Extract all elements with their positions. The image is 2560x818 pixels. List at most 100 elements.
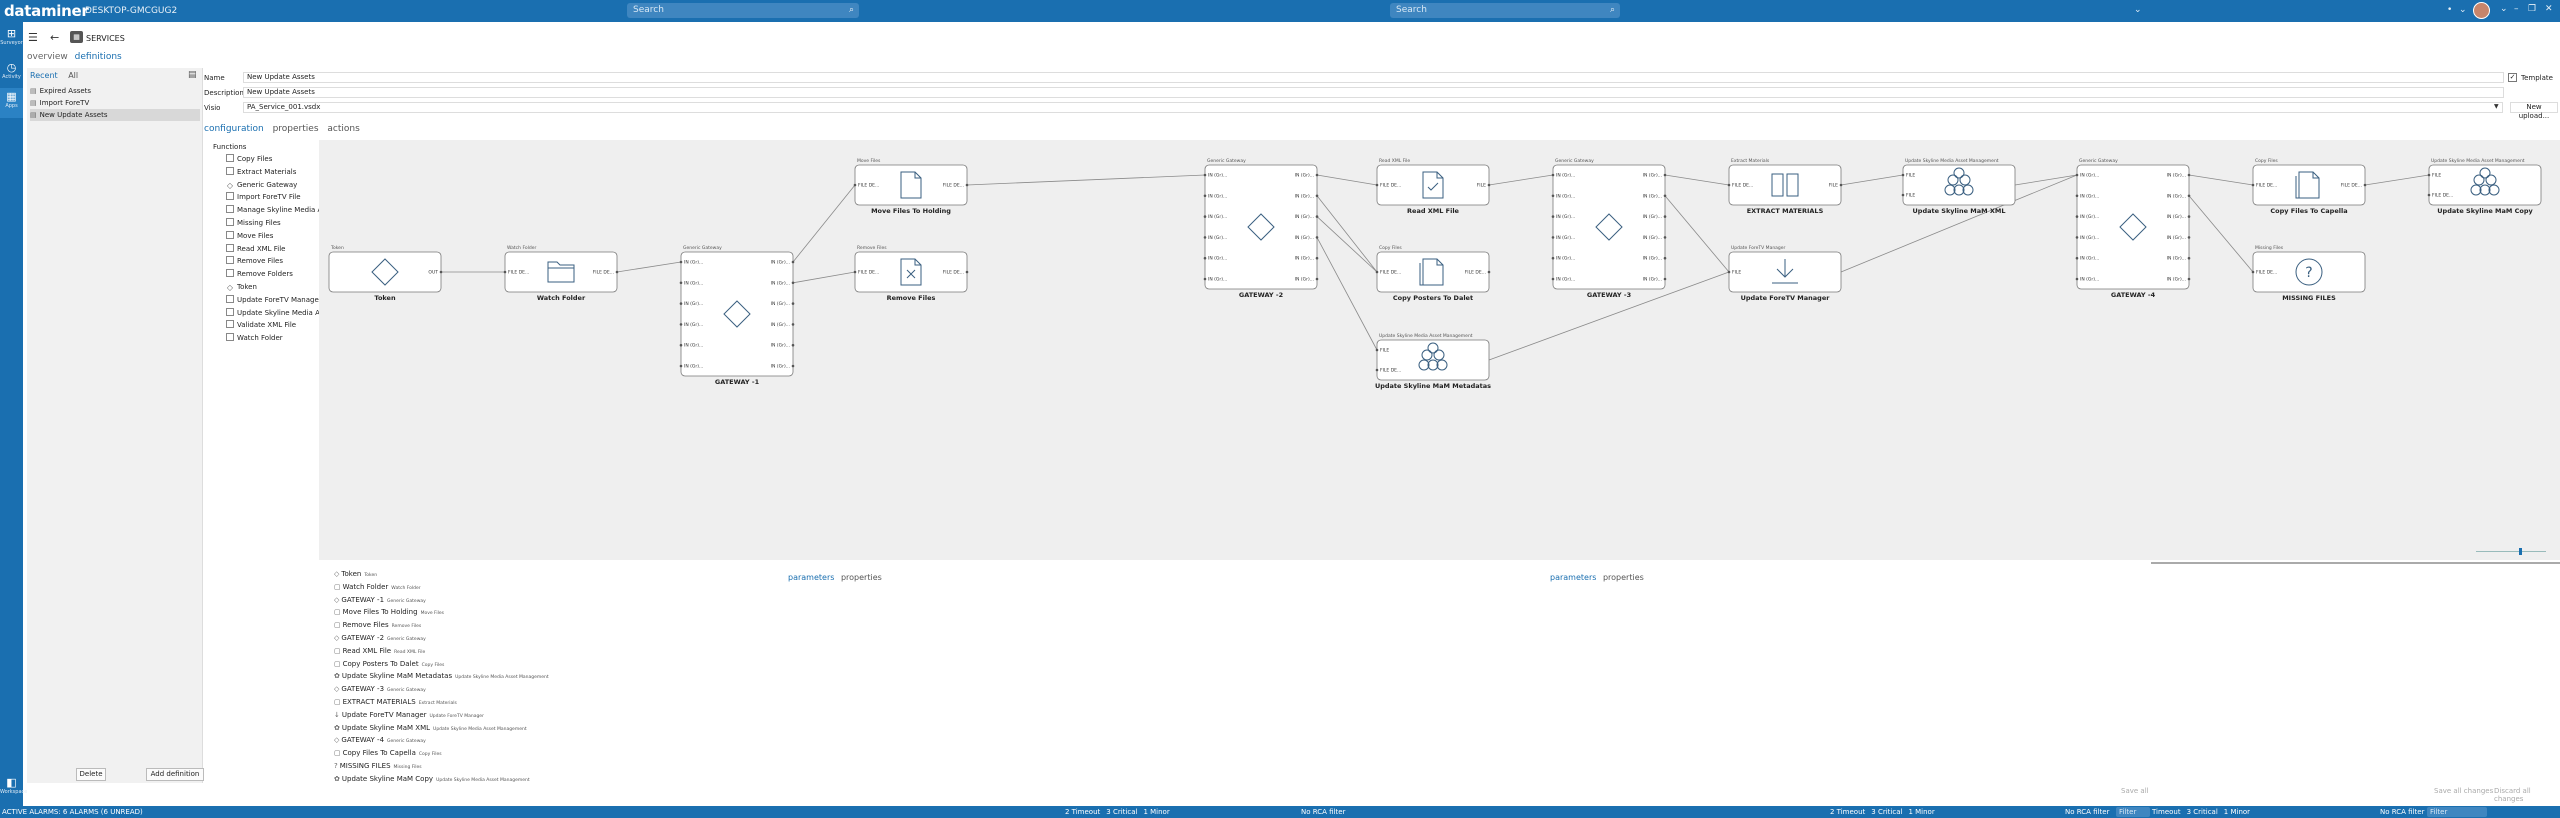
connection-line[interactable] (1316, 195, 1378, 273)
input-port[interactable] (2075, 236, 2079, 239)
input-port[interactable] (1551, 256, 1555, 260)
output-port[interactable] (2187, 194, 2191, 198)
save-all-changes-button[interactable]: Save all changes (2434, 787, 2493, 795)
output-port[interactable] (1839, 183, 1843, 187)
function-item[interactable]: Read XML File (226, 243, 286, 255)
output-port[interactable] (1315, 236, 1319, 239)
input-port[interactable] (2251, 270, 2255, 274)
list-item[interactable]: ◇ GATEWAY -4 Generic Gateway (334, 734, 426, 746)
no-rca-filter[interactable]: No RCA filter (1301, 806, 1345, 818)
list-item[interactable]: ▢ Copy Files To Capella Copy Files (334, 747, 442, 759)
add-definition-button[interactable]: Add definition (146, 768, 204, 781)
node-box[interactable] (328, 251, 442, 293)
output-port[interactable] (1315, 194, 1319, 198)
output-port[interactable] (791, 343, 795, 347)
input-port[interactable] (1551, 277, 1555, 281)
alarm-counts-secondary[interactable]: 2 Timeout 3 Critical 1 Minor (1830, 806, 1941, 818)
input-port[interactable] (1375, 270, 1379, 274)
input-port[interactable] (1901, 173, 1905, 177)
function-item[interactable]: Validate XML File (226, 319, 296, 331)
input-port[interactable] (679, 343, 683, 347)
node-box[interactable] (2076, 164, 2190, 290)
tab-configuration[interactable]: configuration (204, 124, 264, 134)
input-port[interactable] (679, 323, 683, 326)
output-port[interactable] (1663, 236, 1667, 239)
connection-line[interactable] (2188, 195, 2254, 273)
minimize-icon[interactable]: – (2514, 4, 2519, 14)
list-item[interactable]: ▢ Watch Folder Watch Folder (334, 581, 421, 593)
new-upload-button[interactable]: New upload... (2510, 102, 2558, 120)
connection-line[interactable] (792, 271, 856, 284)
output-port[interactable] (615, 270, 619, 274)
node-box[interactable] (1204, 164, 1318, 290)
input-port[interactable] (1901, 193, 1905, 197)
discard-all-changes-button[interactable]: Discard all changes (2494, 787, 2560, 803)
input-port[interactable] (1203, 236, 1207, 239)
connection-line[interactable] (616, 261, 682, 273)
connection-line[interactable] (966, 174, 1206, 186)
output-port[interactable] (2187, 236, 2191, 239)
input-port[interactable] (1551, 194, 1555, 198)
tab-recent[interactable]: Recent (30, 71, 58, 80)
bell-icon[interactable]: • (2447, 5, 2452, 15)
workflow-node-copyposters[interactable]: Copy Files FILE DE... FILE DE... Copy Poste… (1375, 245, 1491, 302)
no-rca-filter[interactable]: No RCA filter (2380, 806, 2424, 818)
list-item[interactable]: ▢ Copy Posters To Dalet Copy Files (334, 658, 444, 670)
input-port[interactable] (1375, 368, 1379, 372)
tab-parameters[interactable]: parameters (788, 573, 834, 582)
input-port[interactable] (2075, 256, 2079, 260)
output-port[interactable] (791, 281, 795, 285)
output-port[interactable] (1487, 183, 1491, 187)
input-port[interactable] (679, 302, 683, 305)
output-port[interactable] (965, 183, 969, 187)
function-item[interactable]: ◇ Generic Gateway (226, 179, 297, 191)
function-item[interactable]: Import ForeTV File (226, 191, 301, 203)
delete-button[interactable]: Delete (76, 768, 106, 781)
output-port[interactable] (791, 323, 795, 326)
output-port[interactable] (791, 260, 795, 264)
rail-item-workspace[interactable]: ◧ Workspace (0, 777, 27, 796)
workflow-node-watch[interactable]: Watch Folder FILE DE... FILE DE... Watch Fo… (503, 245, 619, 302)
input-port[interactable] (1551, 236, 1555, 239)
tab-definitions[interactable]: definitions (75, 52, 122, 62)
workflow-node-updmamcopy[interactable]: Update Skyline Media Asset Management FIL… (2427, 158, 2542, 215)
workflow-node-gw4[interactable]: Generic Gateway IN (Gr)... IN (Gr)... IN (G… (2075, 158, 2191, 299)
workflow-node-move[interactable]: Move Files FILE DE... FILE DE... Move Files… (853, 158, 969, 215)
function-item[interactable]: Remove Files (226, 255, 283, 267)
chevron-down-icon[interactable]: ⌄ (2459, 5, 2467, 15)
list-item[interactable]: ▢ Move Files To Holding Move Files (334, 606, 444, 618)
output-port[interactable] (1663, 194, 1667, 198)
tab-parameters[interactable]: parameters (1550, 573, 1596, 582)
input-port[interactable] (1203, 215, 1207, 218)
function-item[interactable]: ◇ Token (226, 281, 257, 293)
output-port[interactable] (965, 270, 969, 274)
connection-line[interactable] (792, 184, 856, 263)
function-item[interactable]: Update Skyline Media Ass (226, 307, 327, 319)
list-item[interactable]: ▤ Import ForeTV (30, 97, 200, 109)
list-item[interactable]: ▢ Read XML File Read XML File (334, 645, 425, 657)
connection-line[interactable] (1316, 216, 1378, 273)
input-port[interactable] (1375, 348, 1379, 352)
list-item[interactable]: ◇ GATEWAY -1 Generic Gateway (334, 594, 426, 606)
list-item[interactable]: ✿ Update Skyline MaM XML Update Skyline Me… (334, 722, 527, 734)
function-item[interactable]: Copy Files (226, 153, 272, 165)
connection-line[interactable] (1664, 195, 1730, 273)
connection-line[interactable] (2364, 174, 2430, 186)
workflow-canvas[interactable]: Token OUT Token Watch Folder FILE DE... FILE … (319, 140, 2560, 560)
function-item[interactable]: Remove Folders (226, 268, 293, 280)
output-port[interactable] (1487, 270, 1491, 274)
function-item[interactable]: Missing Files (226, 217, 281, 229)
description-field[interactable]: New Update Assets (243, 87, 2504, 98)
output-port[interactable] (791, 364, 795, 368)
input-port[interactable] (1551, 215, 1555, 218)
zoom-slider[interactable] (2476, 551, 2546, 552)
function-item[interactable]: Watch Folder (226, 332, 283, 344)
connection-line[interactable] (1664, 174, 1730, 186)
workflow-node-token[interactable]: Token OUT Token (328, 245, 443, 302)
workflow-node-copycap[interactable]: Copy Files FILE DE... FILE DE... Copy Files… (2251, 158, 2367, 215)
input-port[interactable] (1203, 194, 1207, 198)
tab-properties[interactable]: properties (841, 573, 882, 582)
output-port[interactable] (1663, 215, 1667, 218)
list-item[interactable]: ▢ Remove Files Remove Files (334, 619, 421, 631)
input-port[interactable] (503, 270, 507, 274)
